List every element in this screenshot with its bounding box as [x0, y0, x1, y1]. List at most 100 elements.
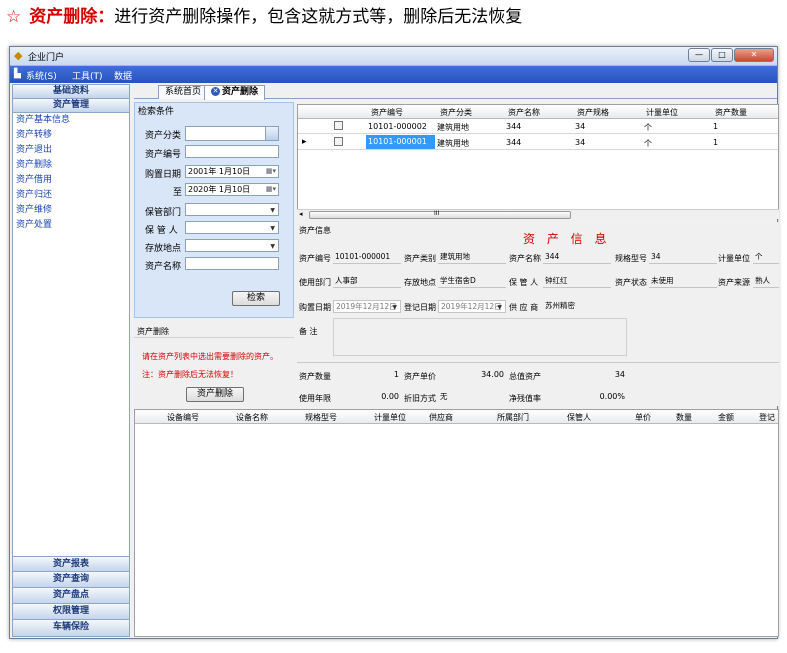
maximize-button[interactable]: □ [711, 48, 733, 62]
scrollbar-thumb[interactable]: III [309, 210, 571, 219]
keeper-value: 钟红红 [543, 275, 611, 288]
dept-value: 人事部 [333, 275, 401, 288]
cell-code-selected[interactable]: 10101-000001 [366, 135, 435, 149]
minimize-button[interactable]: — [688, 48, 710, 62]
name-value: 344 [543, 251, 611, 264]
horizontal-scrollbar[interactable]: ◂ III [297, 209, 779, 219]
sidebar-item-delete[interactable]: 资产删除 [13, 158, 129, 173]
total-label: 总值资产 [509, 372, 541, 381]
location-select[interactable] [185, 239, 279, 252]
menu-tools[interactable]: 工具(T) [72, 69, 103, 82]
sidebar-header-asset[interactable]: 资产管理 [13, 99, 129, 113]
cell-category: 建筑用地 [437, 123, 469, 132]
sidebar-header-inventory[interactable]: 资产盘点 [13, 588, 129, 604]
col-supplier[interactable]: 供应商 [429, 412, 453, 423]
col-qty[interactable]: 资产数量 [715, 107, 747, 118]
sidebar-item-transfer[interactable]: 资产转移 [13, 128, 129, 143]
table-row[interactable]: 10101-000002 建筑用地 344 34 个 1 [298, 119, 778, 134]
sidebar-item-borrow[interactable]: 资产借用 [13, 173, 129, 188]
col-model[interactable]: 规格型号 [305, 412, 337, 423]
sidebar-item-return[interactable]: 资产归还 [13, 188, 129, 203]
keeper-label: 保 管 人 [509, 278, 539, 287]
menu-data[interactable]: 数据 [114, 69, 132, 82]
dep-label: 折旧方式 [404, 394, 436, 403]
tab-home[interactable]: 系统首页 [158, 85, 209, 99]
price-label: 资产单价 [404, 372, 436, 381]
col-keeper[interactable]: 保管人 [567, 412, 591, 423]
code-label: 资产编号 [299, 254, 331, 263]
cell-unit: 个 [644, 139, 652, 148]
tab-asset-delete[interactable]: ✕ 资产删除 [204, 85, 266, 100]
category-picker-button[interactable] [265, 127, 278, 140]
sidebar: 基础资料 资产管理 资产基本信息 资产转移 资产退出 资产删除 资产借用 资产归… [12, 84, 130, 637]
delete-hint: 请在资产列表中选出需要删除的资产。 [142, 352, 278, 361]
category-label: 资产分类 [145, 131, 182, 141]
cell-code: 10101-000002 [368, 122, 427, 131]
system-menu-icon: ▙ [14, 69, 21, 79]
date-from-picker[interactable]: 2001年 1月10日 [185, 165, 279, 178]
row-checkbox[interactable] [334, 137, 343, 146]
years-label: 使用年限 [299, 394, 331, 403]
sidebar-item-disposal[interactable]: 资产处置 [13, 218, 129, 233]
sidebar-item-repair[interactable]: 资产维修 [13, 203, 129, 218]
col-name[interactable]: 资产名称 [508, 107, 540, 118]
reg-date-label: 登记日期 [404, 303, 436, 312]
col-device-code[interactable]: 设备编号 [167, 412, 199, 423]
close-button[interactable]: ✕ [734, 48, 774, 62]
sidebar-header-basic[interactable]: 基础资料 [13, 85, 129, 99]
tab-close-icon[interactable]: ✕ [211, 87, 220, 96]
window-title: 企业门户 [28, 53, 65, 63]
col-device-name[interactable]: 设备名称 [236, 412, 268, 423]
residual-value: 0.00% [543, 391, 627, 404]
name-input[interactable] [185, 257, 279, 270]
col-quantity[interactable]: 数量 [676, 412, 692, 423]
table-row-selected[interactable]: ▸ 10101-000001 建筑用地 344 34 个 1 [298, 135, 778, 150]
sidebar-item-exit[interactable]: 资产退出 [13, 143, 129, 158]
unit-value: 个 [753, 251, 779, 264]
menu-system[interactable]: 系统(S) [26, 69, 57, 82]
col-dept[interactable]: 所属部门 [497, 412, 529, 423]
sidebar-header-permission[interactable]: 权限管理 [13, 604, 129, 620]
reg-date-picker[interactable]: 2019年12月12日 [438, 300, 506, 313]
sidebar-header-query[interactable]: 资产查询 [13, 572, 129, 588]
model-label: 规格型号 [615, 254, 647, 263]
remark-area[interactable] [333, 318, 627, 356]
col-category[interactable]: 资产分类 [440, 107, 472, 118]
code-value: 10101-000001 [333, 251, 401, 264]
app-logo-icon: ◆ [14, 49, 23, 62]
tab-asset-delete-label: 资产删除 [222, 87, 259, 97]
total-value: 34 [543, 369, 627, 382]
cell-name: 344 [506, 138, 522, 147]
supplier-value: 苏州精密 [545, 301, 575, 310]
row-checkbox[interactable] [334, 121, 343, 130]
sidebar-item-asset-info[interactable]: 资产基本信息 [13, 113, 129, 128]
qty-label: 资产数量 [299, 372, 331, 381]
dept-select[interactable] [185, 203, 279, 216]
col-spec[interactable]: 资产规格 [577, 107, 609, 118]
buy-date-label: 购置日期 [299, 303, 331, 312]
category-field[interactable] [185, 126, 279, 141]
col-price[interactable]: 单价 [635, 412, 651, 423]
scroll-left-icon[interactable]: ◂ [299, 210, 303, 218]
col-amount[interactable]: 金额 [718, 412, 734, 423]
delete-asset-button[interactable]: 资产删除 [186, 387, 244, 402]
col-code[interactable]: 资产编号 [371, 107, 403, 118]
keeper-select[interactable] [185, 221, 279, 234]
name-label: 资产名称 [145, 262, 182, 272]
col-unit[interactable]: 计量单位 [374, 412, 406, 423]
search-button[interactable]: 检索 [232, 291, 280, 306]
asset-grid: 资产编号 资产分类 资产名称 资产规格 计量单位 资产数量 10101-0000… [297, 104, 779, 219]
buy-date-picker[interactable]: 2019年12月12日 [333, 300, 401, 313]
sidebar-header-report[interactable]: 资产报表 [13, 556, 129, 572]
sidebar-header-vehicle[interactable]: 车辆保险 [13, 620, 129, 636]
title-bar[interactable]: ◆ 企业门户 — □ ✕ [10, 47, 777, 66]
type-label: 资产类别 [404, 254, 436, 263]
col-unit[interactable]: 计量单位 [646, 107, 678, 118]
col-register[interactable]: 登记 [759, 412, 775, 423]
cell-category: 建筑用地 [437, 139, 469, 148]
detail-grid-header: 设备编号 设备名称 规格型号 计量单位 供应商 所属部门 保管人 单价 数量 金… [135, 410, 778, 424]
code-input[interactable] [185, 145, 279, 158]
date-to-picker[interactable]: 2020年 1月10日 [185, 183, 279, 196]
unit-label: 计量单位 [718, 254, 750, 263]
app-window: ◆ 企业门户 — □ ✕ ▙ 系统(S) 工具(T) 数据 基础资料 资产管理 … [9, 46, 779, 639]
